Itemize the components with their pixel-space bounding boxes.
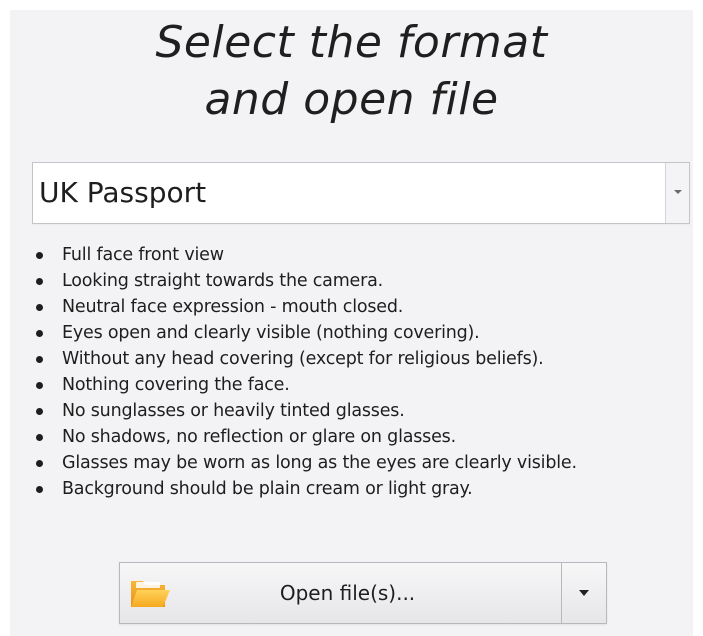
bullet-icon <box>36 382 43 389</box>
list-item-text: Glasses may be worn as long as the eyes … <box>62 453 577 473</box>
list-item-text: Looking straight towards the camera. <box>62 271 384 291</box>
open-file-label: Open file(s)... <box>279 581 416 605</box>
list-item-text: Without any head covering (except for re… <box>62 349 544 369</box>
list-item: Eyes open and clearly visible (nothing c… <box>32 320 577 346</box>
bullet-icon <box>36 278 43 285</box>
bullet-icon <box>36 330 43 337</box>
bullet-icon <box>36 460 43 467</box>
bullet-icon <box>36 356 43 363</box>
list-item: No shadows, no reflection or glare on gl… <box>32 424 577 450</box>
title-line-2: and open file <box>204 74 499 125</box>
bullet-icon <box>36 486 43 493</box>
page-title: Select the format and open file <box>10 14 693 128</box>
list-item-text: Eyes open and clearly visible (nothing c… <box>62 323 480 343</box>
list-item: Background should be plain cream or ligh… <box>32 476 577 502</box>
list-item: Glasses may be worn as long as the eyes … <box>32 450 577 476</box>
list-item: Looking straight towards the camera. <box>32 268 577 294</box>
open-file-button[interactable]: Open file(s)... <box>120 563 561 623</box>
list-item: Full face front view <box>32 242 577 268</box>
open-file-split-button: Open file(s)... <box>119 562 607 624</box>
list-item-text: Neutral face expression - mouth closed. <box>62 297 404 317</box>
list-item: No sunglasses or heavily tinted glasses. <box>32 398 577 424</box>
list-item-text: Background should be plain cream or ligh… <box>62 479 473 499</box>
list-item: Neutral face expression - mouth closed. <box>32 294 577 320</box>
bullet-icon <box>36 252 43 259</box>
title-line-1: Select the format <box>155 17 548 68</box>
chevron-down-icon <box>674 190 682 194</box>
requirements-list: Full face front view Looking straight to… <box>32 242 577 502</box>
chevron-down-icon <box>579 590 589 596</box>
format-dropdown-toggle[interactable] <box>665 163 689 223</box>
bullet-icon <box>36 408 43 415</box>
bullet-icon <box>36 304 43 311</box>
format-dropdown[interactable]: UK Passport <box>32 162 690 224</box>
list-item-text: No shadows, no reflection or glare on gl… <box>62 427 456 447</box>
list-item-text: No sunglasses or heavily tinted glasses. <box>62 401 405 421</box>
format-panel: Select the format and open file UK Passp… <box>10 10 693 636</box>
open-file-menu-button[interactable] <box>561 563 606 623</box>
list-item-text: Full face front view <box>62 245 224 265</box>
bullet-icon <box>36 434 43 441</box>
format-dropdown-value: UK Passport <box>39 176 207 209</box>
list-item: Nothing covering the face. <box>32 372 577 398</box>
list-item: Without any head covering (except for re… <box>32 346 577 372</box>
list-item-text: Nothing covering the face. <box>62 375 290 395</box>
